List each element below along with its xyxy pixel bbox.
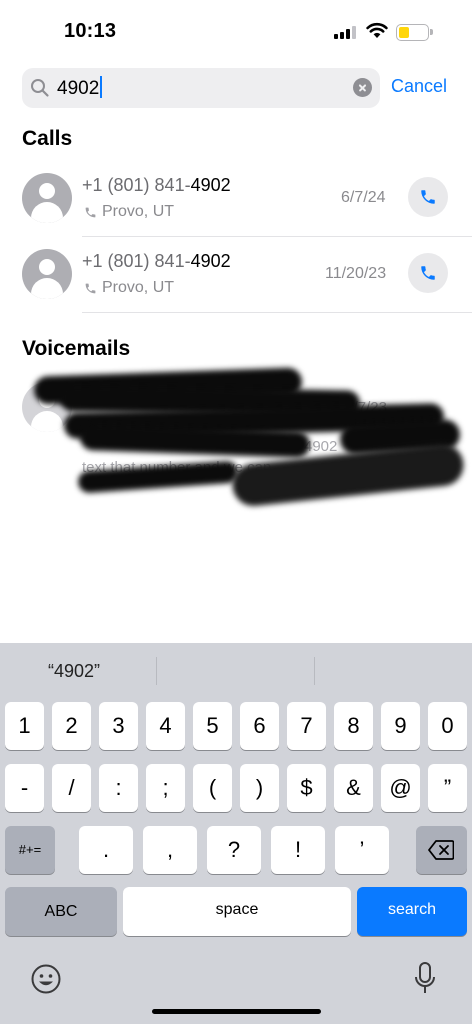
key-1[interactable]: 1	[5, 702, 44, 750]
key-hyphen[interactable]: -	[5, 764, 44, 812]
key-apostrophe[interactable]: ’	[335, 826, 389, 874]
suggestion-divider	[314, 657, 315, 685]
search-key[interactable]: search	[357, 887, 467, 936]
key-4[interactable]: 4	[146, 702, 185, 750]
key-question[interactable]: ?	[207, 826, 261, 874]
suggestion-bar: “4902”	[0, 643, 472, 699]
row-divider	[82, 236, 472, 237]
status-bar: 10:13	[0, 0, 472, 62]
battery-icon	[396, 24, 433, 41]
search-icon	[31, 79, 49, 97]
key-0[interactable]: 0	[428, 702, 467, 750]
wifi-icon	[366, 22, 388, 38]
call-row[interactable]: +1 (801) 841-4902 Provo, UT 11/20/23	[0, 249, 472, 325]
key-8[interactable]: 8	[334, 702, 373, 750]
key-quote[interactable]: ”	[428, 764, 467, 812]
call-location: Provo, UT	[102, 203, 175, 220]
key-period[interactable]: .	[79, 826, 133, 874]
call-date: 11/20/23	[325, 265, 387, 282]
key-close-paren[interactable]: )	[240, 764, 279, 812]
suggestion-divider	[156, 657, 157, 685]
key-6[interactable]: 6	[240, 702, 279, 750]
voicemail-row-redacted[interactable]: 11/7/23 4902 text that number and we can	[0, 367, 472, 509]
status-time: 10:13	[64, 20, 117, 42]
text-caret	[100, 76, 103, 98]
key-dollar[interactable]: $	[287, 764, 326, 812]
key-exclamation[interactable]: !	[271, 826, 325, 874]
emoji-icon[interactable]	[30, 963, 62, 995]
voicemails-section-title: Voicemails	[22, 337, 131, 360]
microphone-icon[interactable]	[414, 962, 436, 996]
abc-key[interactable]: ABC	[5, 887, 117, 936]
key-open-paren[interactable]: (	[193, 764, 232, 812]
key-3[interactable]: 3	[99, 702, 138, 750]
key-ampersand[interactable]: &	[334, 764, 373, 812]
phone-icon	[421, 266, 435, 280]
key-7[interactable]: 7	[287, 702, 326, 750]
key-2[interactable]: 2	[52, 702, 91, 750]
call-number: +1 (801) 841-4902	[82, 251, 231, 271]
home-indicator[interactable]	[152, 1009, 321, 1014]
search-field[interactable]: 4902	[22, 68, 380, 108]
cancel-button[interactable]: Cancel	[391, 76, 447, 97]
key-comma[interactable]: ,	[143, 826, 197, 874]
call-number: +1 (801) 841-4902	[82, 175, 231, 195]
phone-icon	[421, 190, 435, 204]
call-row[interactable]: +1 (801) 841-4902 Provo, UT 6/7/24	[0, 173, 472, 249]
search-query-text: 4902	[57, 78, 100, 99]
key-colon[interactable]: :	[99, 764, 138, 812]
backspace-icon	[428, 840, 454, 860]
key-at[interactable]: @	[381, 764, 420, 812]
contact-avatar-icon	[22, 249, 72, 299]
phone-small-icon	[85, 207, 96, 218]
space-key[interactable]: space	[123, 887, 351, 936]
backspace-key[interactable]	[416, 826, 467, 874]
phone-small-icon	[85, 283, 96, 294]
key-semicolon[interactable]: ;	[146, 764, 185, 812]
call-back-button[interactable]	[408, 253, 448, 293]
call-date: 6/7/24	[341, 189, 386, 206]
key-slash[interactable]: /	[52, 764, 91, 812]
calls-section-title: Calls	[22, 127, 73, 150]
phone-search-screen: 10:13 4902 Cancel Calls +1 (801) 841-490	[0, 0, 472, 1024]
call-back-button[interactable]	[408, 177, 448, 217]
cellular-signal-icon	[334, 26, 360, 39]
call-location: Provo, UT	[102, 279, 175, 296]
suggestion-item[interactable]: “4902”	[48, 661, 100, 682]
row-divider	[82, 312, 472, 313]
key-9[interactable]: 9	[381, 702, 420, 750]
clear-text-icon[interactable]	[353, 78, 372, 97]
search-input[interactable]: 4902	[57, 76, 103, 100]
key-more-symbols[interactable]: #+=	[5, 826, 55, 874]
key-5[interactable]: 5	[193, 702, 232, 750]
contact-avatar-icon	[22, 173, 72, 223]
